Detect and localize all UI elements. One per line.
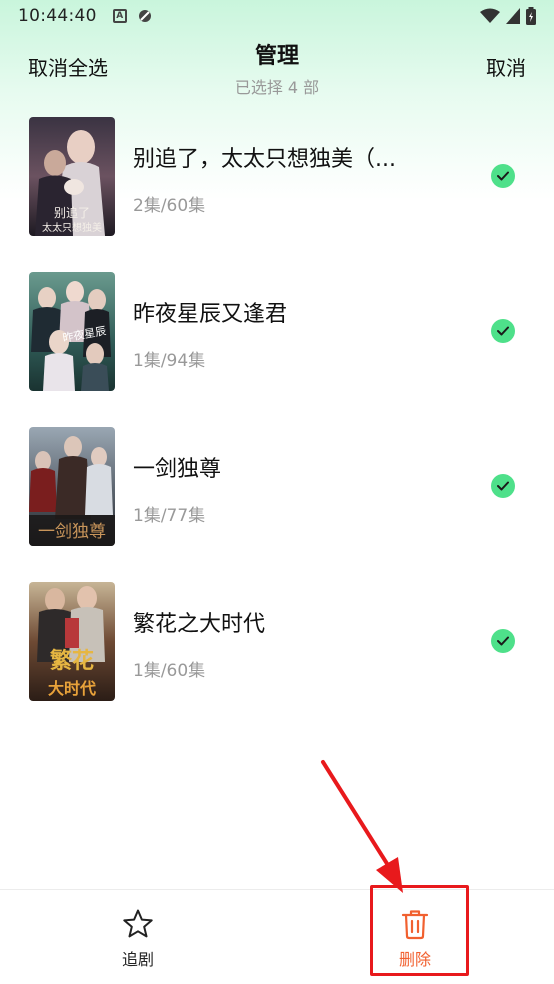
drama-title: 昨夜星辰又逢君 bbox=[133, 302, 288, 327]
list-item[interactable]: 一剑独尊 一剑独尊 1集/77集 bbox=[0, 425, 554, 580]
cover-image: 昨夜星辰 bbox=[29, 272, 115, 391]
drama-title: 别追了，太太只想独美（... bbox=[133, 147, 396, 172]
header: 取消全选 管理 已选择 4 部 取消 bbox=[0, 32, 554, 102]
episode-progress: 1集/77集 bbox=[133, 506, 206, 526]
selected-check-icon[interactable] bbox=[491, 319, 515, 343]
page-title: 管理 bbox=[254, 44, 299, 69]
battery-icon bbox=[526, 7, 536, 25]
selection-count: 已选择 4 部 bbox=[234, 78, 320, 97]
follow-button[interactable]: 追剧 bbox=[58, 890, 218, 984]
episode-progress: 1集/94集 bbox=[133, 351, 206, 371]
svg-text:太太只想独美: 太太只想独美 bbox=[42, 221, 102, 234]
annotation-highlight-box bbox=[370, 885, 469, 976]
list-item[interactable]: 别追了 太太只想独美 别追了，太太只想独美（... 2集/60集 bbox=[0, 115, 554, 270]
cover-image: 别追了 太太只想独美 bbox=[29, 117, 115, 236]
signal-icon bbox=[506, 8, 520, 24]
status-bar: 10:44:40 A bbox=[0, 0, 554, 32]
drama-title: 一剑独尊 bbox=[133, 457, 222, 482]
svg-text:一剑独尊: 一剑独尊 bbox=[38, 522, 106, 542]
wifi-icon bbox=[480, 8, 500, 23]
cover-image: 繁花 大时代 bbox=[29, 582, 115, 701]
episode-progress: 2集/60集 bbox=[133, 196, 206, 216]
svg-text:别追了: 别追了 bbox=[54, 205, 90, 220]
selected-check-icon[interactable] bbox=[491, 629, 515, 653]
svg-text:大时代: 大时代 bbox=[48, 679, 96, 698]
bottom-action-bar: 追剧 删除 bbox=[0, 889, 554, 984]
notification-app-icon bbox=[138, 10, 151, 22]
svg-text:繁花: 繁花 bbox=[50, 648, 94, 674]
cover-image: 一剑独尊 bbox=[29, 427, 115, 546]
drama-title: 繁花之大时代 bbox=[133, 612, 266, 637]
selected-check-icon[interactable] bbox=[491, 164, 515, 188]
status-time: 10:44:40 bbox=[18, 6, 97, 26]
episode-progress: 1集/60集 bbox=[133, 661, 206, 681]
star-icon bbox=[123, 909, 153, 938]
list-item[interactable]: 昨夜星辰 昨夜星辰又逢君 1集/94集 bbox=[0, 270, 554, 425]
list-item[interactable]: 繁花 大时代 繁花之大时代 1集/60集 bbox=[0, 580, 554, 735]
notification-a-icon: A bbox=[112, 9, 127, 23]
selected-check-icon[interactable] bbox=[491, 474, 515, 498]
drama-list: 别追了 太太只想独美 别追了，太太只想独美（... 2集/60集 昨夜星辰 昨夜… bbox=[0, 115, 554, 735]
follow-label: 追剧 bbox=[121, 950, 154, 969]
cancel-button[interactable]: 取消 bbox=[486, 52, 526, 81]
